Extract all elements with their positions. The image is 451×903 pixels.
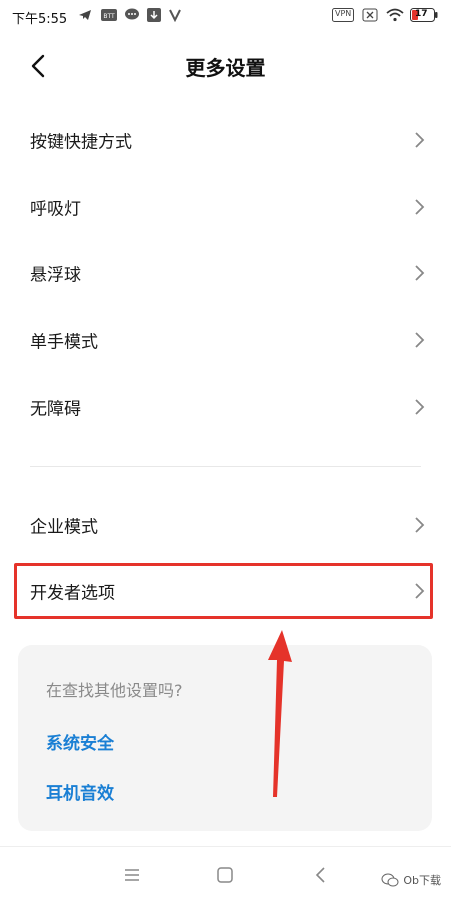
link-earphone-audio[interactable]: 耳机音效 xyxy=(46,779,114,804)
triangle-back-icon xyxy=(315,867,325,883)
settings-item-enterprise-mode[interactable]: 企业模式 xyxy=(0,492,451,558)
page-title: 更多设置 xyxy=(185,56,266,80)
no-sim-icon xyxy=(362,8,378,22)
watermark: Ob下载 xyxy=(381,872,441,888)
highlight-box xyxy=(14,563,433,619)
settings-item-breathing-light[interactable]: 呼吸灯 xyxy=(0,174,451,240)
section-divider xyxy=(30,466,421,467)
chevron-right-icon xyxy=(415,517,425,533)
settings-item-label: 企业模式 xyxy=(30,517,98,538)
status-time: 下午5:55 xyxy=(12,12,68,27)
app-v-icon xyxy=(169,9,181,22)
card-question: 在查找其他设置吗? xyxy=(46,681,183,700)
chevron-right-icon xyxy=(415,332,425,348)
vpn-label: VPN xyxy=(335,9,352,18)
chevron-right-icon xyxy=(415,199,425,215)
chevron-right-icon xyxy=(415,399,425,415)
settings-item-key-shortcuts[interactable]: 按键快捷方式 xyxy=(0,107,451,173)
telegram-icon xyxy=(79,10,91,20)
menu-icon xyxy=(125,869,139,881)
settings-item-label: 按键快捷方式 xyxy=(30,132,132,153)
download-icon xyxy=(147,8,161,22)
chevron-right-icon xyxy=(415,265,425,281)
svg-text:BTT: BTT xyxy=(103,13,115,20)
settings-item-label: 单手模式 xyxy=(30,332,98,353)
square-home-icon xyxy=(217,867,233,883)
battery-level: 17 xyxy=(415,9,428,19)
home-button[interactable] xyxy=(211,861,239,889)
message-icon xyxy=(125,8,139,20)
settings-item-one-handed-mode[interactable]: 单手模式 xyxy=(0,307,451,373)
link-system-security[interactable]: 系统安全 xyxy=(46,729,114,754)
settings-item-label: 悬浮球 xyxy=(30,265,81,286)
header: 更多设置 xyxy=(0,38,451,94)
settings-item-accessibility[interactable]: 无障碍 xyxy=(0,374,451,440)
settings-item-label: 呼吸灯 xyxy=(30,199,81,220)
status-bar: 下午5:55 BTT VPN 17 xyxy=(0,0,451,32)
settings-item-floating-ball[interactable]: 悬浮球 xyxy=(0,240,451,306)
search-suggestion-card: 在查找其他设置吗? 系统安全 耳机音效 xyxy=(18,645,432,831)
wifi-icon xyxy=(386,8,404,22)
nav-back-button[interactable] xyxy=(306,861,334,889)
watermark-text: Ob下载 xyxy=(403,874,441,887)
notification-app-icon: BTT xyxy=(101,9,117,21)
settings-item-label: 无障碍 xyxy=(30,399,81,420)
wechat-icon xyxy=(381,873,399,887)
chevron-right-icon xyxy=(415,132,425,148)
recent-apps-button[interactable] xyxy=(118,861,146,889)
